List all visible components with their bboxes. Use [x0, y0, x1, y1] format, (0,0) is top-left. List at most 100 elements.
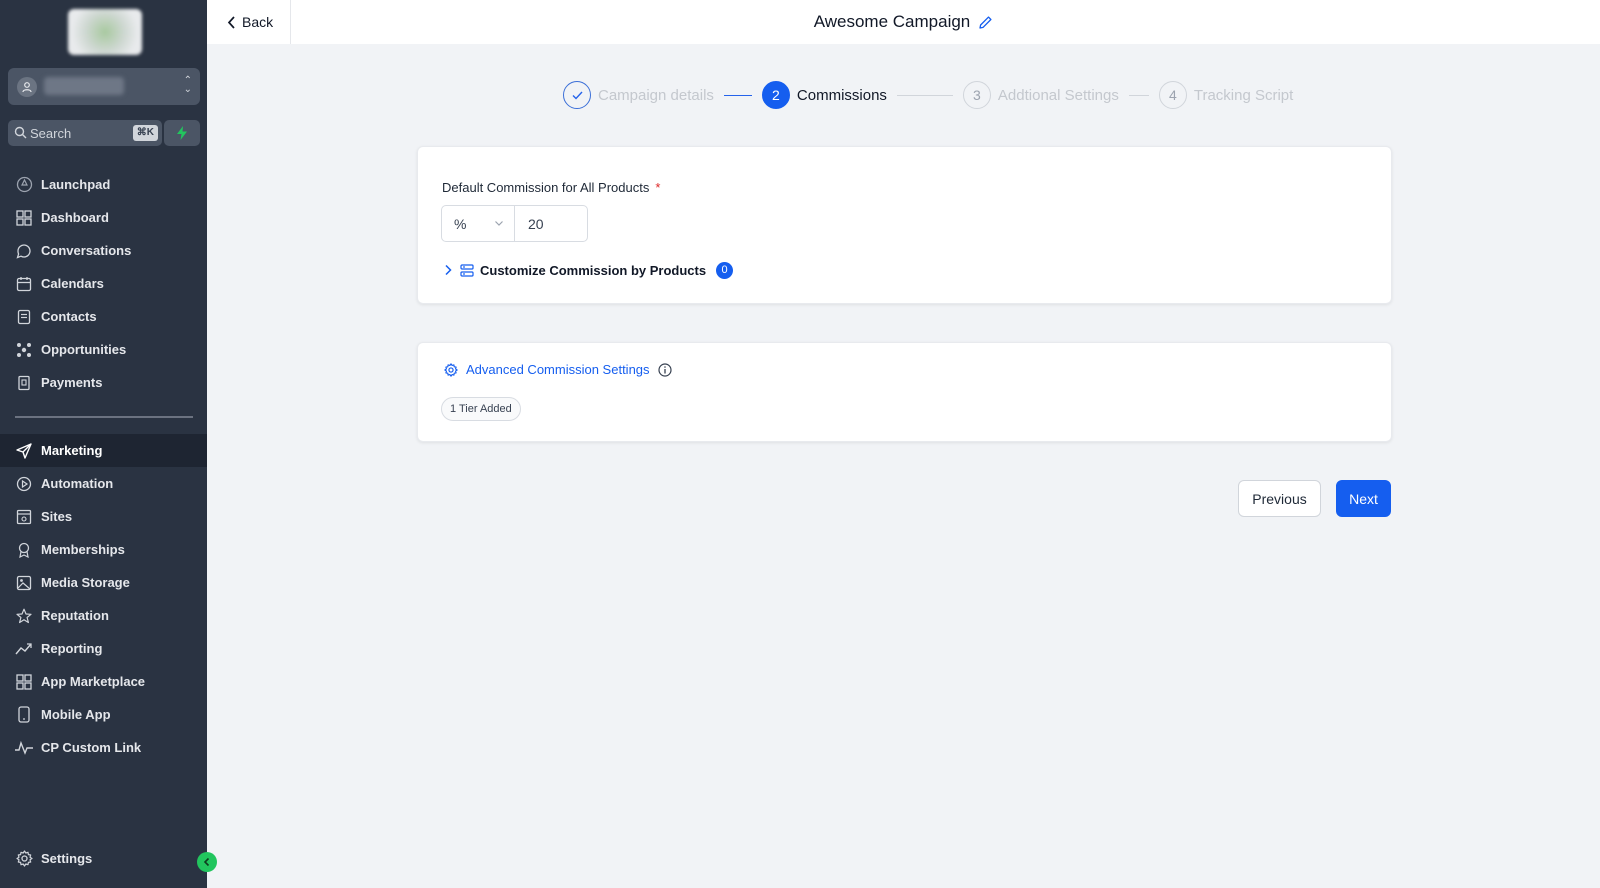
step-campaign-details[interactable]: Campaign details — [563, 81, 714, 109]
required-mark: * — [655, 180, 661, 195]
quick-actions-button[interactable] — [164, 120, 200, 146]
step-tracking-script[interactable]: 4 Tracking Script — [1158, 81, 1294, 109]
sidebar-item-sites[interactable]: Sites — [0, 500, 207, 533]
sidebar-item-label: Launchpad — [41, 177, 111, 192]
contacts-icon — [15, 308, 33, 326]
sidebar-item-label: Memberships — [41, 542, 125, 557]
account-name-blurred — [44, 77, 124, 95]
pencil-icon[interactable] — [978, 15, 993, 30]
bolt-icon — [177, 126, 187, 140]
product-count-badge: 0 — [716, 261, 734, 279]
step-label: Tracking Script — [1193, 86, 1294, 104]
sidebar-item-mobile-app[interactable]: Mobile App — [0, 698, 207, 731]
step-number: 4 — [1158, 81, 1187, 109]
rocket-icon — [15, 176, 33, 194]
step-additional-settings[interactable]: 3 Addtional Settings — [962, 81, 1119, 109]
check-icon — [563, 81, 591, 109]
progress-stepper: Campaign details 2 Commissions 3 Addtion… — [563, 81, 1293, 109]
chevron-left-icon — [227, 15, 235, 29]
sidebar-item-media-storage[interactable]: Media Storage — [0, 566, 207, 599]
sidebar: ⌃ ⌄ Search ⌘K Launchpad Dashboard Convers… — [0, 0, 217, 888]
sidebar-item-conversations[interactable]: Conversations — [0, 234, 207, 267]
sidebar-item-settings[interactable]: Settings — [0, 842, 207, 875]
top-bar: Awesome Campaign Back — [207, 0, 1600, 44]
products-icon — [460, 263, 474, 277]
back-label: Back — [242, 14, 274, 30]
sidebar-item-label: Mobile App — [41, 707, 111, 722]
sidebar-divider — [15, 416, 193, 418]
sidebar-item-label: Conversations — [41, 243, 132, 258]
sidebar-item-label: Opportunities — [41, 342, 127, 357]
sidebar-item-automation[interactable]: Automation — [0, 467, 207, 500]
advanced-settings-label: Advanced Commission Settings — [466, 362, 650, 377]
calendar-icon — [15, 275, 33, 293]
image-icon — [15, 574, 33, 592]
sidebar-item-cp-custom-link[interactable]: CP Custom Link — [0, 731, 207, 764]
back-button[interactable]: Back — [207, 0, 291, 44]
info-icon[interactable] — [657, 362, 672, 377]
sidebar-item-launchpad[interactable]: Launchpad — [0, 168, 207, 201]
sidebar-item-contacts[interactable]: Contacts — [0, 300, 207, 333]
field-label-text: Default Commission for All Products — [442, 180, 650, 195]
sidebar-item-opportunities[interactable]: Opportunities — [0, 333, 207, 366]
step-number: 2 — [761, 81, 790, 109]
sidebar-item-label: Settings — [41, 851, 93, 866]
search-icon — [14, 126, 27, 144]
step-label: Commissions — [796, 86, 887, 104]
title-area: Awesome Campaign — [207, 0, 1600, 44]
step-label: Campaign details — [598, 86, 714, 104]
sidebar-item-label: Media Storage — [41, 575, 130, 590]
automation-icon — [15, 475, 33, 493]
sidebar-item-label: Reporting — [41, 641, 103, 656]
sidebar-item-marketing[interactable]: Marketing — [0, 434, 207, 467]
sidebar-item-label: Sites — [41, 509, 73, 524]
customize-label: Customize Commission by Products — [480, 262, 707, 278]
pulse-icon — [15, 739, 33, 757]
send-icon — [15, 442, 33, 460]
sidebar-item-label: Automation — [41, 476, 114, 491]
sidebar-item-reporting[interactable]: Reporting — [0, 632, 207, 665]
star-icon — [15, 607, 33, 625]
customize-by-products-toggle[interactable]: Customize Commission by Products 0 — [444, 260, 734, 280]
mobile-icon — [15, 706, 33, 724]
sidebar-item-label: Dashboard — [41, 210, 109, 225]
commission-value-input[interactable] — [514, 205, 588, 242]
previous-button[interactable]: Previous — [1238, 480, 1321, 517]
search-label: Search — [30, 126, 72, 141]
sidebar-item-reputation[interactable]: Reputation — [0, 599, 207, 632]
opportunities-icon — [15, 341, 33, 359]
sidebar-item-memberships[interactable]: Memberships — [0, 533, 207, 566]
search-shortcut: ⌘K — [132, 125, 158, 141]
account-switcher[interactable]: ⌃ ⌄ — [8, 68, 200, 105]
sidebar-item-app-marketplace[interactable]: App Marketplace — [0, 665, 207, 698]
advanced-settings-card: Advanced Commission Settings 1 Tier Adde… — [417, 342, 1392, 442]
sidebar-item-calendars[interactable]: Calendars — [0, 267, 207, 300]
sidebar-item-label: App Marketplace — [41, 674, 146, 689]
chevron-updown-icon: ⌃ ⌄ — [183, 75, 192, 95]
unit-value: % — [454, 215, 467, 232]
chevron-right-icon — [445, 264, 452, 276]
grid-icon — [15, 209, 33, 227]
step-number: 3 — [962, 81, 991, 109]
user-icon — [17, 77, 37, 97]
sidebar-search[interactable]: Search ⌘K — [8, 120, 162, 146]
chat-icon — [15, 242, 33, 260]
commission-unit-select[interactable]: % — [441, 205, 515, 242]
gear-icon — [444, 362, 458, 377]
sidebar-item-label: Payments — [41, 375, 103, 390]
next-button[interactable]: Next — [1336, 480, 1391, 517]
step-label: Addtional Settings — [997, 86, 1119, 104]
company-logo — [68, 9, 142, 55]
sidebar-item-label: Reputation — [41, 608, 109, 623]
step-commissions[interactable]: 2 Commissions — [761, 81, 887, 109]
collapse-sidebar-button[interactable] — [197, 852, 217, 872]
sidebar-item-label: Calendars — [41, 276, 104, 291]
chevron-down-icon — [495, 221, 503, 226]
sidebar-item-payments[interactable]: Payments — [0, 366, 207, 399]
sidebar-item-dashboard[interactable]: Dashboard — [0, 201, 207, 234]
gear-icon — [15, 850, 33, 868]
sidebar-item-label: Contacts — [41, 309, 97, 324]
sites-icon — [15, 508, 33, 526]
step-connector — [723, 94, 752, 96]
advanced-commission-settings-link[interactable]: Advanced Commission Settings — [444, 362, 672, 377]
